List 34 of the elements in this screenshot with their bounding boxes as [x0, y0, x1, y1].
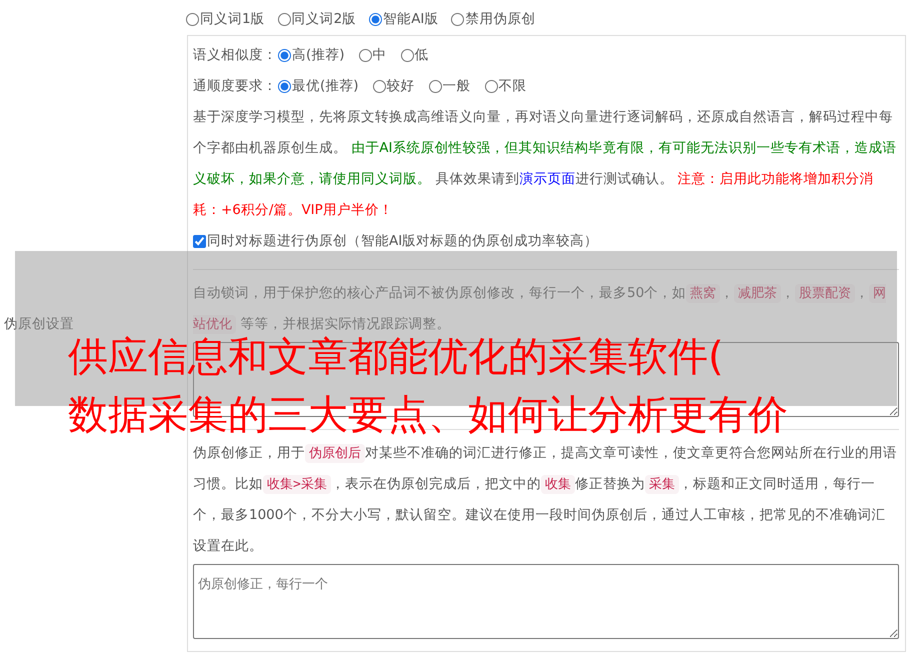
correction-text: 伪原创修正，用于 伪原创后 对某些不准确的词汇进行修正，提高文章可读性，使文章更符合您网站所在行业的用语习惯。比如 收集>采集 ，表示在伪原创完成后，把文中的 收集 修正替换为 采集 ，标题和正文同时适用，每行一个，最多1000个，不分大小写，默认留空。建议在使用一段时间伪原创后，通过人工审核，把常见的不准确词汇设置在此。 [193, 443, 898, 556]
description-text: 基于深度学习模型，先将原文转换成高维语义向量，再对语义向量进行逐词解码，还原成自然语言，解码过程中每个字都由机器原创生成。 由于AI系统原创性较强，但其知识结构毕竟有限，有可能无法识别一些专有术语，造成语义破坏，如果介意，请使用同义词版。 具体效果请到演示页面进行测试确认。 注意：启用此功能将增加积分消耗：+6积分/篇。VIP用户半价！ [193, 108, 898, 220]
radio-label[interactable]: 一般 [442, 71, 471, 102]
radio-label[interactable]: 高(推荐) [292, 40, 345, 71]
radio-button[interactable] [278, 49, 291, 62]
overlay-title-line: 供应信息和文章都能优化的采集软件( [68, 337, 725, 377]
radio-label[interactable]: 中 [372, 40, 387, 71]
setting-label: 语义相似度： [193, 46, 277, 65]
radio-label[interactable]: 禁用伪原创 [465, 10, 536, 28]
correction-field[interactable]: 伪原创修正，每行一个 [193, 564, 899, 639]
setting-label: 通顺度要求： [193, 77, 277, 96]
radio-button[interactable] [451, 12, 464, 26]
radio-label[interactable]: 同义词2版 [292, 10, 356, 28]
radio-button[interactable] [400, 49, 414, 62]
radio-button[interactable] [278, 80, 291, 93]
radio-button[interactable] [372, 80, 386, 93]
section-label: 伪原创设置 [3, 315, 75, 333]
radio-button[interactable] [278, 12, 291, 26]
radio-label[interactable]: 智能AI版 [383, 10, 438, 28]
radio-button[interactable] [358, 49, 372, 62]
radio-label[interactable]: 最优(推荐) [292, 71, 359, 102]
title-checkbox[interactable] [193, 235, 206, 248]
radio-button[interactable] [428, 80, 442, 93]
radio-label[interactable]: 较好 [386, 71, 415, 102]
radio-label[interactable]: 不限 [498, 71, 527, 102]
checkbox-label[interactable]: 同时对标题进行伪原创（智能AI版对标题的伪原创成功率较高） [207, 226, 598, 257]
radio-label[interactable]: 同义词1版 [200, 10, 265, 28]
radio-button[interactable] [186, 12, 199, 26]
overlay-title-line: 数据采集的三大要点、如何让分析更有价 [68, 395, 788, 435]
radio-button[interactable] [484, 80, 498, 93]
demo-page-link[interactable]: 演示页面 [519, 171, 576, 187]
radio-label[interactable]: 低 [414, 40, 429, 71]
radio-button[interactable] [369, 12, 382, 26]
lock-words-text: 自动锁词，用于保护您的核心产品词不被伪原创修改，每行一个，最多50个，如 燕窝 ， 减肥茶 ， 股票配资 ， 网站优化 等等，并根据实际情况跟踪调整。 [193, 283, 888, 336]
